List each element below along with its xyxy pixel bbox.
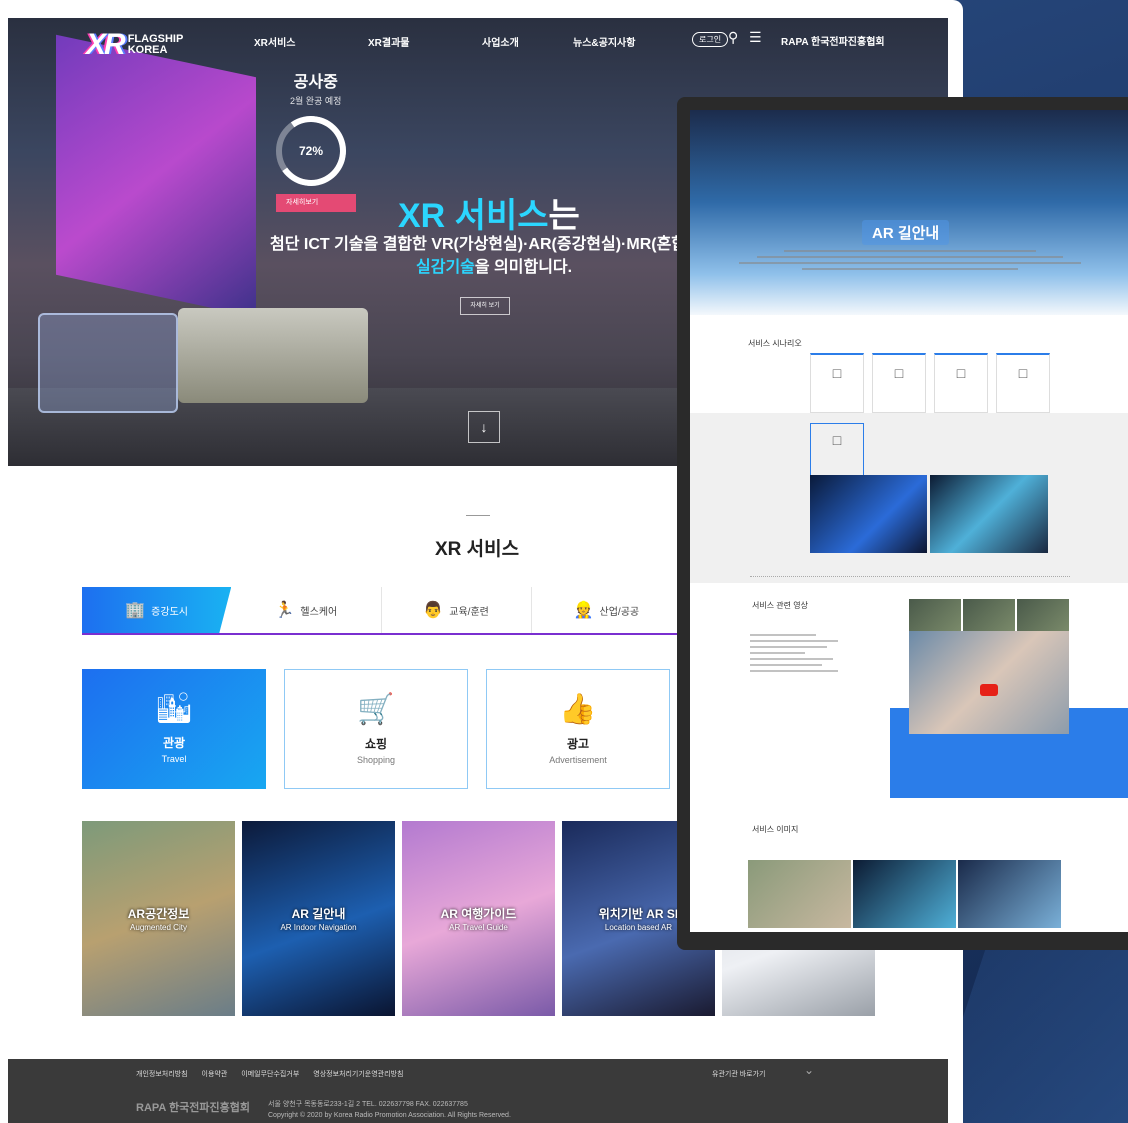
service-images	[748, 860, 1061, 928]
scenario-heading: 서비스 시나리오	[748, 339, 802, 348]
step-1-icon: □	[810, 353, 864, 413]
thumbs-up-icon: 👍	[559, 693, 597, 726]
video-side-text	[750, 630, 860, 820]
card-name-en: Shopping	[356, 755, 396, 765]
hero-line-2-rest: 을 의미합니다.	[474, 259, 573, 276]
nav-news[interactable]: 뉴스&공지사항	[573, 34, 635, 49]
service-image-2	[853, 860, 956, 928]
search-icon[interactable]: ⚲	[728, 30, 738, 44]
video-thumbnails[interactable]	[909, 599, 1069, 631]
photo-subtitle: Augmented City	[130, 923, 187, 932]
footer-links: 개인정보처리방침 이용약관 이메일무단수집거부 영상정보처리기기운영관리방침	[136, 1069, 403, 1079]
construction-title: 공사중	[293, 74, 338, 91]
worker-icon: 👷	[573, 602, 594, 619]
photo-subtitle: AR Indoor Navigation	[280, 923, 357, 932]
card-name: 쇼핑	[364, 737, 388, 751]
org-link[interactable]: RAPA 한국전파진흥협회	[781, 33, 885, 48]
runner-icon: 🏃	[274, 602, 295, 619]
photo-subtitle: AR Travel Guide	[449, 923, 508, 932]
menu-icon[interactable]: ☰	[749, 30, 762, 44]
hero-line-1: 첨단 ICT 기술을 결합한 VR(가상현실)·AR(증강현실)·MR(혼합현실…	[270, 236, 740, 253]
logo-mark: XR	[86, 28, 126, 61]
photo-ar-navigation[interactable]: AR 길안내 AR Indoor Navigation	[242, 821, 395, 1016]
address-text: 서울 양천구 목동동로233-1길 2 TEL. 022637798 FAX. …	[268, 1101, 468, 1108]
bus-image	[178, 308, 368, 403]
tab-industry[interactable]: 👷 산업/공공	[532, 587, 682, 633]
building-icon: 🏢	[125, 602, 146, 619]
footer: 개인정보처리방침 이용약관 이메일무단수집거부 영상정보처리기기운영관리방침 유…	[8, 1059, 948, 1123]
video-heading: 서비스 관련 영상	[752, 601, 808, 610]
video-player[interactable]	[909, 631, 1069, 734]
photo-title: AR 여행가이드	[440, 907, 517, 921]
photo-augmented-city[interactable]: AR공간정보 Augmented City	[82, 821, 235, 1016]
footer-address: 서울 양천구 목동동로233-1길 2 TEL. 022637798 FAX. …	[268, 1099, 511, 1121]
tab-label: 교육/훈련	[449, 606, 489, 618]
step-5-icon: □	[810, 423, 864, 477]
site-logo[interactable]: XR FLAGSHIP KOREA	[86, 28, 183, 62]
vr-headset-image	[810, 475, 927, 553]
detail-title: AR 길안내	[862, 220, 950, 245]
tab-education[interactable]: 👨 교육/훈련	[382, 587, 532, 633]
footer-link-email[interactable]: 이메일무단수집거부	[241, 1069, 299, 1079]
service-image-1	[748, 860, 851, 928]
hologram-woman-image	[930, 475, 1048, 553]
service-tabs: 🏢 증강도시 🏃 헬스케어 👨 교육/훈련 👷 산업/공공	[82, 587, 682, 635]
tab-label: 헬스케어	[300, 606, 338, 618]
service-image-3	[958, 860, 1061, 928]
card-name-en: Advertisement	[549, 755, 607, 765]
related-sites-select[interactable]: 유관기관 바로가기	[712, 1069, 765, 1079]
photo-title: AR공간정보	[127, 907, 190, 921]
photo-title: AR 길안내	[291, 907, 346, 921]
chevron-down-icon[interactable]: ⌄	[804, 1063, 814, 1077]
section-title: XR 서비스	[435, 539, 520, 560]
step-3-icon: □	[934, 353, 988, 413]
hero-detail-button[interactable]: 자세히 보기	[460, 297, 510, 315]
photo-ar-travel-guide[interactable]: AR 여행가이드 AR Travel Guide	[402, 821, 555, 1016]
step-2-icon: □	[872, 353, 926, 413]
card-name-en: Travel	[161, 754, 187, 764]
top-navigation: XR FLAGSHIP KOREA XR서비스 XR결과물 사업소개 뉴스&공지사…	[8, 18, 948, 62]
tab-augmented-city[interactable]: 🏢 증강도시	[82, 587, 232, 633]
nav-xr-service[interactable]: XR서비스	[254, 34, 296, 49]
play-icon[interactable]	[980, 684, 998, 696]
construction-sub: 2월 완공 예정	[290, 96, 342, 106]
detail-page: AR 길안내 서비스 시나리오 □ □ □ □ □ 서비스 관련 영상 서비스 …	[690, 110, 1128, 932]
scenario-steps: □ □ □ □	[810, 353, 1050, 413]
cart-icon: 🛒	[357, 693, 395, 726]
pink-detail-button[interactable]: 자세히보기	[276, 194, 356, 212]
nav-business[interactable]: 사업소개	[482, 34, 519, 49]
construction-notice: 공사중 2월 완공 예정	[290, 68, 341, 107]
nav-xr-results[interactable]: XR결과물	[368, 34, 410, 49]
teacher-icon: 👨	[423, 602, 444, 619]
card-name: 광고	[566, 737, 590, 751]
tab-healthcare[interactable]: 🏃 헬스케어	[231, 587, 382, 633]
detail-description	[730, 246, 1090, 286]
city-icon: 🏙	[154, 692, 194, 725]
logo-text-2: KOREA	[127, 44, 168, 56]
progress-value: 72%	[298, 144, 324, 158]
card-advertisement[interactable]: 👍 광고 Advertisement	[486, 669, 670, 789]
tab-label: 증강도시	[151, 606, 188, 618]
image-heading: 서비스 이미지	[752, 825, 799, 834]
step-4-icon: □	[996, 353, 1050, 413]
copyright-text: Copyright © 2020 by Korea Radio Promotio…	[268, 1112, 511, 1119]
dotted-divider	[750, 576, 1070, 577]
footer-link-cctv[interactable]: 영상정보처리기기운영관리방침	[313, 1069, 403, 1079]
section-divider	[466, 515, 490, 516]
footer-link-privacy[interactable]: 개인정보처리방침	[136, 1069, 188, 1079]
chevron-double-down-icon[interactable]: ↓	[468, 411, 500, 443]
card-shopping[interactable]: 🛒 쇼핑 Shopping	[284, 669, 468, 789]
tab-label: 산업/공공	[599, 606, 640, 618]
footer-logo: RAPA 한국전파진흥협회	[136, 1102, 250, 1114]
hero-line-2-blue: 실감기술	[416, 259, 475, 276]
card-travel[interactable]: 🏙 관광 Travel	[82, 669, 266, 789]
hologram-panel	[38, 313, 178, 413]
footer-link-terms[interactable]: 이용약관	[202, 1069, 228, 1079]
login-button[interactable]: 로그인	[692, 32, 729, 47]
hero-line-2: 실감기술을 의미합니다.	[416, 253, 572, 277]
billboard-image	[56, 34, 256, 318]
card-name: 관광	[162, 736, 186, 750]
detail-page-preview: AR 길안내 서비스 시나리오 □ □ □ □ □ 서비스 관련 영상 서비스 …	[677, 97, 1128, 950]
